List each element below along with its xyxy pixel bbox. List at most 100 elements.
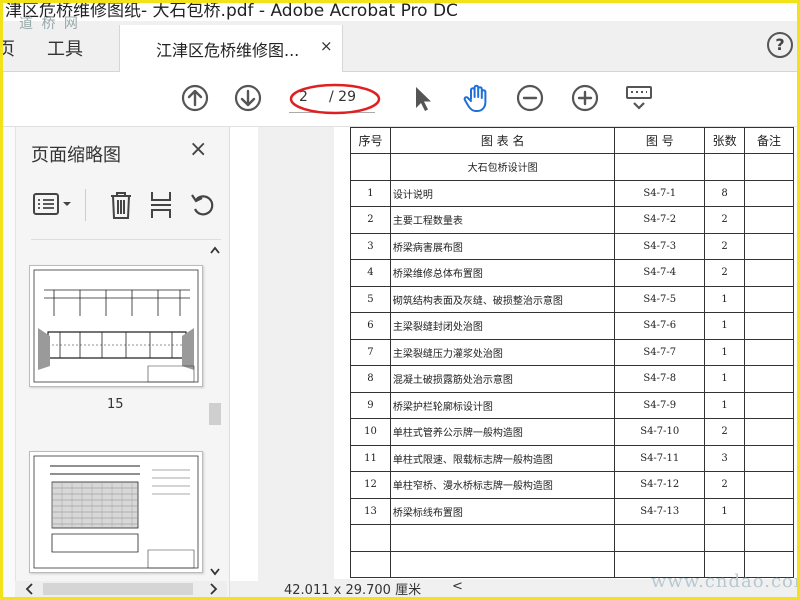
table-row: 13 桥梁标线布置图 S4-7-13 1 (350, 497, 794, 525)
row-name: 桥梁病害展布图 (389, 232, 616, 260)
previous-page-icon[interactable] (179, 82, 211, 114)
row-name: 主要工程数量表 (389, 206, 616, 234)
row-no: 7 (350, 338, 391, 366)
row-code: S4-7-10 (614, 418, 706, 446)
panel-close-icon[interactable]: × (189, 137, 207, 162)
row-count: 2 (704, 471, 746, 499)
tab-home-partial[interactable]: 页 (3, 35, 15, 61)
empty-row (350, 524, 794, 552)
row-name: 设计说明 (389, 179, 616, 207)
panel-tools (31, 187, 221, 223)
row-no: 6 (350, 312, 391, 340)
row-remarks (744, 418, 794, 446)
panel-divider (31, 239, 221, 240)
header-no: 序号 (350, 127, 391, 154)
row-count: 2 (704, 232, 746, 260)
watermark-logo: 道 桥 网 (19, 16, 80, 32)
table-row: 8 混凝土破损露筋处治示意图 S4-7-8 1 (350, 365, 794, 393)
row-name: 桥梁维修总体布置图 (389, 259, 616, 287)
drawing-preview (33, 455, 199, 569)
row-no: 10 (350, 418, 391, 446)
row-count: 1 (704, 391, 746, 419)
page-thumbnail-15[interactable] (29, 265, 203, 387)
row-name: 混凝土破损露筋处治示意图 (389, 365, 616, 393)
tab-document[interactable]: 江津区危桥维修图... × (119, 25, 343, 72)
table-row: 2 主要工程数量表 S4-7-2 2 (350, 206, 794, 234)
section-row: 大石包桥设计图 (350, 153, 794, 181)
row-count: 1 (704, 365, 746, 393)
row-count: 1 (704, 497, 746, 525)
row-count: 2 (704, 206, 746, 234)
tab-bar: 页 工具 江津区危桥维修图... × ? (3, 21, 797, 72)
row-name: 桥梁标线布置图 (389, 497, 616, 525)
row-code: S4-7-11 (614, 444, 706, 472)
row-remarks (744, 285, 794, 313)
row-name: 主梁裂缝封闭处治图 (389, 312, 616, 340)
extract-pages-icon[interactable] (147, 189, 175, 221)
table-row: 6 主梁裂缝封闭处治图 S4-7-6 1 (350, 312, 794, 340)
row-name: 单柱式管养公示牌一般构造图 (389, 418, 616, 446)
tool-separator (85, 189, 86, 221)
row-no: 12 (350, 471, 391, 499)
row-code: S4-7-5 (614, 285, 706, 313)
pdf-page: 序号 图 表 名 图 号 张数 备注 大石包桥设计图 1 设计说明 S4-7-1 8 2… (334, 127, 797, 579)
table-row: 7 主梁裂缝压力灌浆处治图 S4-7-7 1 (350, 338, 794, 366)
keyboard-dropdown-icon[interactable] (623, 82, 655, 114)
table-row: 12 单柱窄桥、漫水桥标志牌一般构造图 S4-7-12 2 (350, 471, 794, 499)
hscroll-left-icon[interactable]: < (452, 579, 463, 594)
row-no: 2 (350, 206, 391, 234)
table-row: 11 单柱式限速、限载标志牌一般构造图 S4-7-11 3 (350, 444, 794, 472)
title-bar: 津区危桥维修图纸- 大石包桥.pdf - Adobe Acrobat Pro D… (3, 3, 797, 21)
row-remarks (744, 391, 794, 419)
row-no: 4 (350, 259, 391, 287)
next-page-icon[interactable] (232, 82, 264, 114)
section-title: 大石包桥设计图 (389, 153, 616, 181)
row-code: S4-7-4 (614, 259, 706, 287)
table-row: 9 桥梁护栏轮廓标设计图 S4-7-9 1 (350, 391, 794, 419)
header-remarks: 备注 (744, 127, 794, 154)
table-row: 10 单柱式管养公示牌一般构造图 S4-7-10 2 (350, 418, 794, 446)
help-icon[interactable]: ? (767, 32, 793, 58)
page-thumbnail-16[interactable] (29, 451, 203, 573)
drawing-index-table: 序号 图 表 名 图 号 张数 备注 大石包桥设计图 1 设计说明 S4-7-1 8 2… (350, 127, 794, 578)
row-code: S4-7-2 (614, 206, 706, 234)
zoom-out-icon[interactable] (514, 82, 546, 114)
row-no: 8 (350, 365, 391, 393)
zoom-in-icon[interactable] (569, 82, 601, 114)
main-toolbar: 2 / 29 (3, 72, 797, 127)
thumbnail-page-number: 15 (107, 397, 124, 412)
thumbnail-scrollbar[interactable] (207, 245, 223, 581)
row-remarks (744, 232, 794, 260)
row-no: 11 (350, 444, 391, 472)
table-row: 3 桥梁病害展布图 S4-7-3 2 (350, 232, 794, 260)
row-remarks (744, 444, 794, 472)
rotate-icon[interactable] (189, 191, 217, 219)
thumbnail-hscrollbar[interactable] (15, 581, 227, 597)
panel-title: 页面缩略图 (31, 145, 121, 166)
table-row: 1 设计说明 S4-7-1 8 (350, 179, 794, 207)
trash-icon[interactable] (107, 189, 135, 221)
thumbnail-options-icon[interactable] (31, 191, 77, 219)
row-code: S4-7-9 (614, 391, 706, 419)
row-name: 砌筑结构表面及灰缝、破损整治示意图 (389, 285, 616, 313)
tab-tools[interactable]: 工具 (47, 35, 83, 61)
row-no: 9 (350, 391, 391, 419)
document-view[interactable]: 序号 图 表 名 图 号 张数 备注 大石包桥设计图 1 设计说明 S4-7-1 8 2… (230, 127, 797, 597)
row-code: S4-7-8 (614, 365, 706, 393)
watermark-url: www.cndao.com (651, 571, 800, 592)
table-row: 5 砌筑结构表面及灰缝、破损整治示意图 S4-7-5 1 (350, 285, 794, 313)
left-nav-strip (3, 127, 16, 597)
row-remarks (744, 312, 794, 340)
header-name: 图 表 名 (389, 127, 616, 154)
row-name: 单柱窄桥、漫水桥标志牌一般构造图 (389, 471, 616, 499)
row-count: 8 (704, 179, 746, 207)
row-remarks (744, 365, 794, 393)
select-cursor-icon[interactable] (407, 82, 439, 114)
row-count: 2 (704, 259, 746, 287)
tab-close-icon[interactable]: × (320, 37, 333, 55)
row-remarks (744, 259, 794, 287)
row-name: 桥梁护栏轮廓标设计图 (389, 391, 616, 419)
row-count: 2 (704, 418, 746, 446)
hand-tool-icon[interactable] (460, 82, 492, 114)
header-count: 张数 (704, 127, 746, 154)
